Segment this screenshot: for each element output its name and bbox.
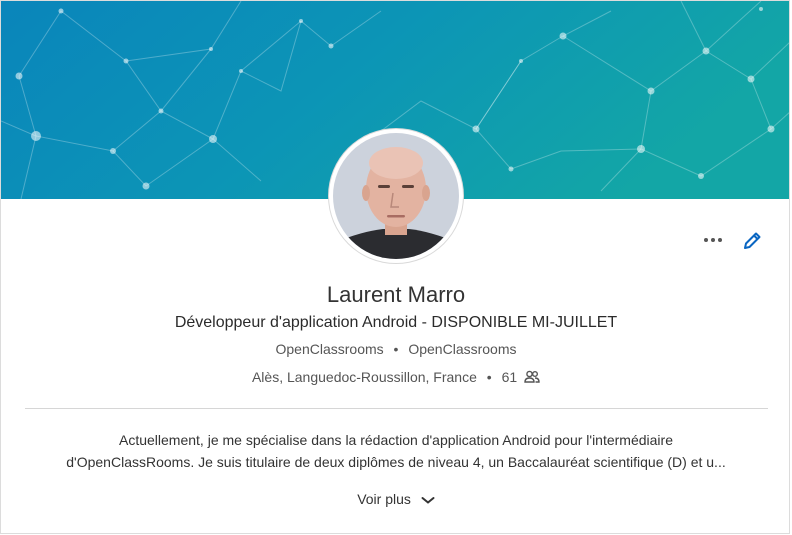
connections-link[interactable]: 61 — [502, 369, 540, 385]
profile-card: Laurent Marro Développeur d'application … — [0, 0, 790, 534]
education-link[interactable]: OpenClassrooms — [408, 341, 516, 357]
more-horizontal-icon — [704, 238, 708, 242]
see-more-label: Voir plus — [357, 491, 411, 507]
edit-profile-button[interactable] — [739, 228, 765, 254]
pencil-icon — [744, 232, 761, 249]
more-options-button[interactable] — [701, 231, 725, 249]
profile-headline: Développeur d'application Android - DISP… — [174, 314, 618, 331]
connections-count: 61 — [501, 369, 518, 385]
profile-summary: Actuellement, je me spécialise dans la r… — [31, 429, 761, 473]
see-more-button[interactable]: Voir plus — [1, 491, 789, 507]
current-company-link[interactable]: OpenClassrooms — [276, 341, 384, 357]
people-icon — [524, 370, 540, 383]
summary-line: Actuellement, je me spécialise dans la r… — [119, 432, 673, 448]
bullet-separator: • — [393, 341, 399, 357]
profile-location: Alès, Languedoc-Roussillon, France — [251, 369, 477, 385]
profile-experience-line: OpenClassrooms • OpenClassrooms — [1, 341, 789, 357]
bullet-separator: • — [486, 369, 492, 385]
summary-line: d'OpenClassRooms. Je suis titulaire de d… — [66, 454, 726, 470]
profile-photo[interactable] — [329, 129, 463, 263]
section-divider — [25, 408, 768, 409]
chevron-down-icon — [421, 497, 435, 505]
profile-location-line: Alès, Languedoc-Roussillon, France • 61 — [1, 369, 789, 385]
profile-name: Laurent Marro — [326, 282, 466, 307]
